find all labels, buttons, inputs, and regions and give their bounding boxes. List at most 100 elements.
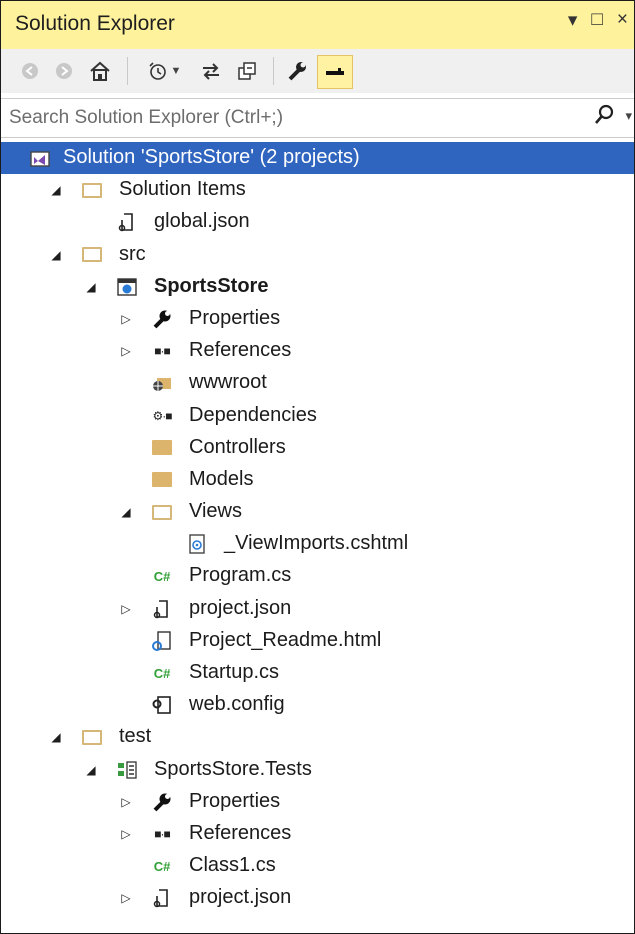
tree-item[interactable]: wwwroot [1,367,634,399]
tree-item[interactable]: ▷ ■·■ References [1,335,634,367]
expanded-arrow-icon[interactable]: ◢ [49,174,63,206]
tree-item[interactable]: ◢ SportsStore.Tests [1,754,634,786]
collapsed-arrow-icon[interactable]: ▷ [119,786,133,818]
toolbar-separator [273,57,274,85]
search-icon[interactable] [594,104,614,132]
tree-item-label: _ViewImports.cshtml [224,532,409,555]
tree-item[interactable]: ◢ SportsStore [1,271,634,303]
tree-item-label: test [119,725,152,748]
tree-item-label: Views [189,500,242,523]
tree-item[interactable]: ▷ Properties [1,786,634,818]
window-position-dropdown-icon[interactable]: ▾ [568,9,578,32]
search-options-chevron-icon[interactable]: ▾ [625,108,632,124]
expanded-arrow-icon[interactable]: ◢ [49,721,63,753]
maximize-icon[interactable]: □ [591,9,602,32]
solution-tree: Solution 'SportsStore' (2 projects) ◢ Solu… [1,142,634,915]
search-input[interactable] [7,103,581,133]
tree-item-label: Properties [189,306,281,329]
window-controls: ▾ □ × [568,9,628,32]
search-bar: ▾ [1,98,634,138]
tree-item-label: Startup.cs [189,661,280,683]
preview-icon [326,68,344,75]
folder-open-icon [81,179,103,201]
expanded-arrow-icon[interactable]: ◢ [119,496,133,528]
collapsed-arrow-icon[interactable]: ▷ [119,818,133,850]
expanded-arrow-icon[interactable]: ◢ [84,754,98,786]
forward-button[interactable] [51,55,77,87]
home-button[interactable] [85,55,115,87]
folder-open-icon [81,726,103,748]
globe-folder-icon [151,372,173,394]
tree-item[interactable]: Project_Readme.html [1,625,634,657]
tree-item[interactable]: C# Class1.cs [1,850,634,882]
title-bar: Solution Explorer ▾ □ × [1,1,634,50]
tree-item-label: SportsStore.Tests [154,757,312,780]
tree-item-label: wwwroot [189,371,267,394]
collapsed-arrow-icon[interactable]: ▷ [119,882,133,914]
tree-item-label: project.json [189,596,292,619]
tree-item[interactable]: C# Startup.cs [1,657,634,689]
tree-item-label: Class1.cs [189,854,276,877]
sync-icon [203,63,219,80]
tree-item[interactable]: ▷ project.json [1,882,634,914]
home-icon [90,61,110,81]
pending-changes-filter-button[interactable]: ▼ [141,55,187,87]
collapsed-arrow-icon[interactable]: ▷ [119,593,133,625]
solution-explorer-window: Solution Explorer ▾ □ × ▼ Search Solutio… [0,0,635,934]
collapsed-arrow-icon[interactable]: ▷ [119,335,133,367]
tree-item-label: Program.cs [189,564,292,587]
tree-item[interactable]: ◢ Views [1,496,634,528]
json-file-icon [116,211,138,233]
solution-icon [29,147,51,169]
tree-item-label: src [119,242,146,265]
csharp-file-icon: C# [153,858,171,874]
references-icon: ■·■ [154,826,170,841]
wrench-icon [151,791,173,813]
back-icon [22,63,38,79]
tree-item-label: project.json [189,886,292,909]
cshtml-file-icon [186,533,208,555]
tree-item[interactable]: ▷ project.json [1,593,634,625]
references-icon: ■·■ [154,344,170,359]
toolbar: ▼ [1,49,634,93]
history-icon [148,62,166,80]
tree-item[interactable]: ▷ ■·■ References [1,818,634,850]
tree-item-label: Properties [189,789,281,812]
folder-icon [151,469,173,491]
collapsed-arrow-icon[interactable]: ▷ [119,303,133,335]
json-file-icon [151,598,173,620]
tree-item[interactable]: C# Program.cs [1,560,634,592]
tree-item[interactable]: Models [1,464,634,496]
tree-item-label: Controllers [189,435,286,458]
tree-item[interactable]: ▷ Properties [1,303,634,335]
tree-item[interactable]: ◢ test [1,721,634,753]
collapse-all-button[interactable] [233,55,261,87]
folder-open-icon [151,501,173,523]
expanded-arrow-icon[interactable]: ◢ [84,271,98,303]
tree-item-label: Solution Items [119,178,246,201]
tree-item-label: Project_Readme.html [189,628,382,651]
tree-item-label: global.json [154,210,250,233]
tree-item[interactable]: ◢ src [1,239,634,271]
tree-item-label: SportsStore [154,274,269,297]
tree-item[interactable]: global.json [1,206,634,238]
tree-item[interactable]: _ViewImports.cshtml [1,528,634,560]
toolbar-separator [127,57,128,85]
back-button[interactable] [17,55,43,87]
close-icon[interactable]: × [617,9,628,32]
html-file-icon [151,630,173,652]
tree-item[interactable]: Controllers [1,432,634,464]
tree-item[interactable]: ⚙·■ Dependencies [1,400,634,432]
preview-selected-items-button[interactable] [317,55,353,89]
dependencies-icon: ⚙·■ [152,408,172,423]
wrench-icon [151,308,173,330]
wrench-icon [288,62,306,81]
tree-item[interactable]: web.config [1,689,634,721]
web-project-icon [116,276,138,298]
properties-button[interactable] [283,55,311,87]
chevron-down-icon: ▼ [170,65,182,77]
expanded-arrow-icon[interactable]: ◢ [49,239,63,271]
tree-item[interactable]: Solution 'SportsStore' (2 projects) [1,142,634,175]
tree-item[interactable]: ◢ Solution Items [1,174,634,206]
sync-with-active-document-button[interactable] [197,55,225,87]
